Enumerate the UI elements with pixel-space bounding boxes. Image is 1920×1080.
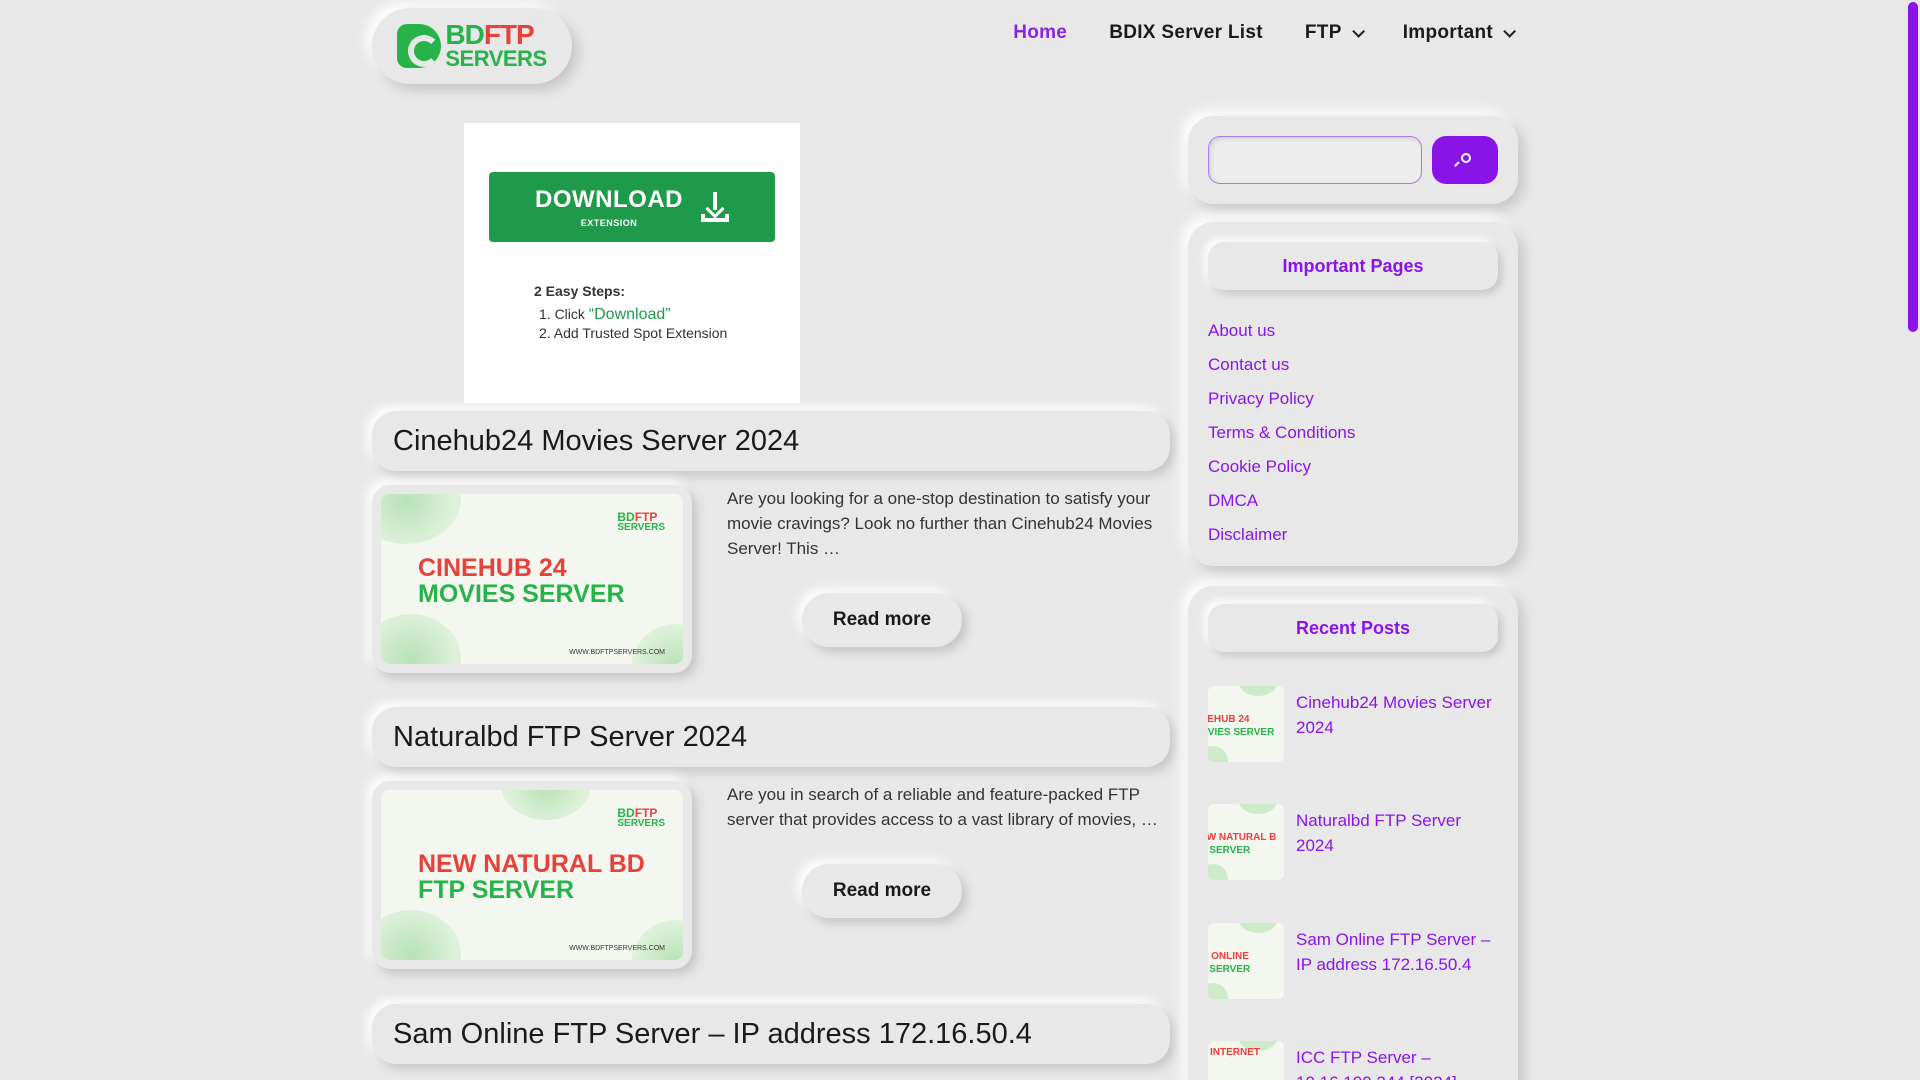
chevron-down-icon [1351, 24, 1365, 38]
recent-posts-widget: Recent Posts NEHUB 24 OVIES SERVER Cineh… [1188, 586, 1518, 1080]
recent-post-item: EW NATURAL B P SERVER Naturalbd FTP Serv… [1208, 804, 1498, 884]
nav-bdix-server-list[interactable]: BDIX Server List [1109, 22, 1263, 44]
chevron-down-icon [1503, 24, 1516, 38]
recent-post-link[interactable]: Naturalbd FTP Server 2024 [1296, 808, 1496, 858]
post-title-link[interactable]: Sam Online FTP Server – IP address 172.1… [393, 1018, 1032, 1051]
link-about-us[interactable]: About us [1208, 314, 1355, 348]
ad-download-button[interactable]: DOWNLOAD EXTENSION [489, 172, 775, 242]
recent-post-thumbnail[interactable]: C INTERNET [1208, 1041, 1284, 1080]
post-title-bar: Naturalbd FTP Server 2024 [372, 707, 1170, 767]
post-thumbnail[interactable]: BDFTP SERVERS NEW NATURAL BD FTP SERVER W… [372, 781, 692, 969]
recent-post-item: M ONLINE P SERVER Sam Online FTP Server … [1208, 923, 1498, 1003]
link-privacy-policy[interactable]: Privacy Policy [1208, 382, 1355, 416]
ad-steps: 2 Easy Steps: 1. Click “Download” 2. Add… [534, 283, 728, 341]
logo: BDFTP SERVERS [397, 21, 547, 71]
widget-heading: Recent Posts [1208, 604, 1498, 652]
recent-post-item: NEHUB 24 OVIES SERVER Cinehub24 Movies S… [1208, 686, 1498, 766]
post-thumbnail[interactable]: BDFTP SERVERS CINEHUB 24 MOVIES SERVER WW… [372, 485, 692, 673]
link-disclaimer[interactable]: Disclaimer [1208, 518, 1355, 552]
main-nav: Home BDIX Server List FTP Important [1013, 22, 1516, 44]
recent-post-thumbnail[interactable]: NEHUB 24 OVIES SERVER [1208, 686, 1284, 762]
link-dmca[interactable]: DMCA [1208, 484, 1355, 518]
nav-ftp[interactable]: FTP [1305, 22, 1365, 44]
recent-post-thumbnail[interactable]: M ONLINE P SERVER [1208, 923, 1284, 999]
thumbnail-logo: BDFTP SERVERS [617, 806, 665, 829]
thumbnail-logo: BDFTP SERVERS [617, 510, 665, 533]
link-terms-conditions[interactable]: Terms & Conditions [1208, 416, 1355, 450]
post-title-bar: Sam Online FTP Server – IP address 172.1… [372, 1004, 1170, 1064]
page-scrollbar[interactable] [1906, 0, 1920, 1080]
search-icon [1454, 153, 1472, 167]
recent-post-link[interactable]: Cinehub24 Movies Server 2024 [1296, 690, 1496, 740]
important-pages-list: About us Contact us Privacy Policy Terms… [1208, 314, 1355, 552]
read-more-button[interactable]: Read more [802, 864, 962, 918]
recent-post-link[interactable]: Sam Online FTP Server – IP address 172.1… [1296, 927, 1496, 977]
search-input[interactable] [1208, 136, 1422, 184]
site-logo[interactable]: BDFTP SERVERS [372, 8, 572, 84]
advertisement[interactable]: DOWNLOAD EXTENSION 2 Easy Steps: 1. Clic… [464, 123, 800, 403]
nav-home[interactable]: Home [1013, 22, 1067, 44]
link-cookie-policy[interactable]: Cookie Policy [1208, 450, 1355, 484]
recent-post-thumbnail[interactable]: EW NATURAL B P SERVER [1208, 804, 1284, 880]
post-title-bar: Cinehub24 Movies Server 2024 [372, 411, 1170, 471]
search-button[interactable] [1432, 136, 1498, 184]
post-title-link[interactable]: Cinehub24 Movies Server 2024 [393, 425, 799, 458]
post-excerpt: Are you looking for a one-stop destinati… [727, 489, 1153, 558]
widget-heading: Important Pages [1208, 242, 1498, 290]
post-title-link[interactable]: Naturalbd FTP Server 2024 [393, 721, 747, 754]
logo-servers: SERVERS [445, 45, 547, 71]
link-contact-us[interactable]: Contact us [1208, 348, 1355, 382]
download-icon [700, 192, 729, 222]
recent-post-link[interactable]: ICC FTP Server – 10.16.100.244 [2024] [1296, 1045, 1496, 1080]
important-pages-widget: Important Pages About us Contact us Priv… [1188, 222, 1518, 566]
scrollbar-thumb[interactable] [1908, 2, 1918, 332]
logo-icon [397, 23, 442, 68]
read-more-button[interactable]: Read more [802, 593, 962, 647]
recent-post-item: C INTERNET ICC FTP Server – 10.16.100.24… [1208, 1041, 1498, 1080]
nav-important[interactable]: Important [1403, 22, 1516, 44]
post-excerpt: Are you in search of a reliable and feat… [727, 785, 1158, 829]
search-widget [1188, 116, 1518, 204]
